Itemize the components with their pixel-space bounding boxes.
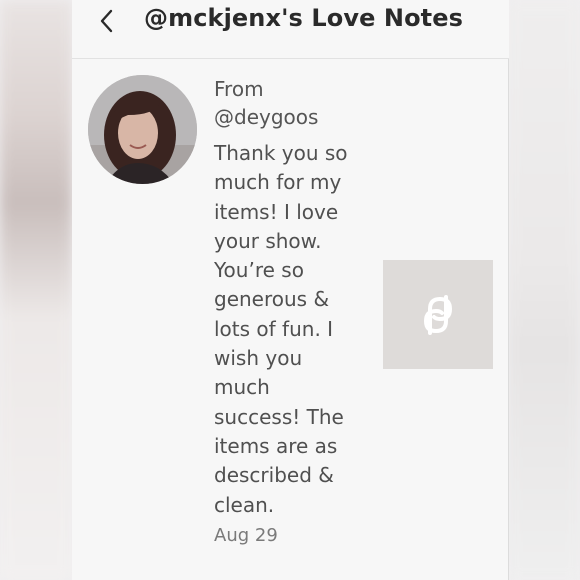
note-line: lots of fun. I [214,316,334,341]
background-blur-right [508,0,580,580]
note-line: success! The [214,404,344,429]
note-line: described & [214,463,334,488]
note-line: generous & [214,287,330,312]
poshmark-logo-icon [423,294,453,335]
page-title: @mckjenx's Love Notes [144,4,464,32]
note-line: much [214,375,270,400]
note-line: much for my [214,170,342,195]
note-line: items are as [214,433,338,458]
header-bar: @mckjenx's Love Notes [72,0,509,59]
background-blur-left [0,0,72,580]
note-line: You’re so [214,258,304,283]
back-button[interactable] [92,4,122,38]
from-username-link[interactable]: @deygoos [214,104,318,130]
note-line: Thank you so [214,141,348,165]
love-notes-screen: @mckjenx's Love Notes From @deygoos Than… [72,0,509,580]
avatar[interactable] [88,75,197,184]
listing-thumbnail[interactable] [383,260,493,369]
note-line: your show. [214,228,322,253]
chevron-left-icon [100,9,113,33]
note-date: Aug 29 [214,525,278,546]
note-line: wish you [214,346,303,371]
note-line: items! I love [214,199,339,224]
note-message: Thank you so much for my items! I love y… [214,139,364,520]
from-label: From [214,77,264,101]
note-line: clean. [214,492,275,517]
